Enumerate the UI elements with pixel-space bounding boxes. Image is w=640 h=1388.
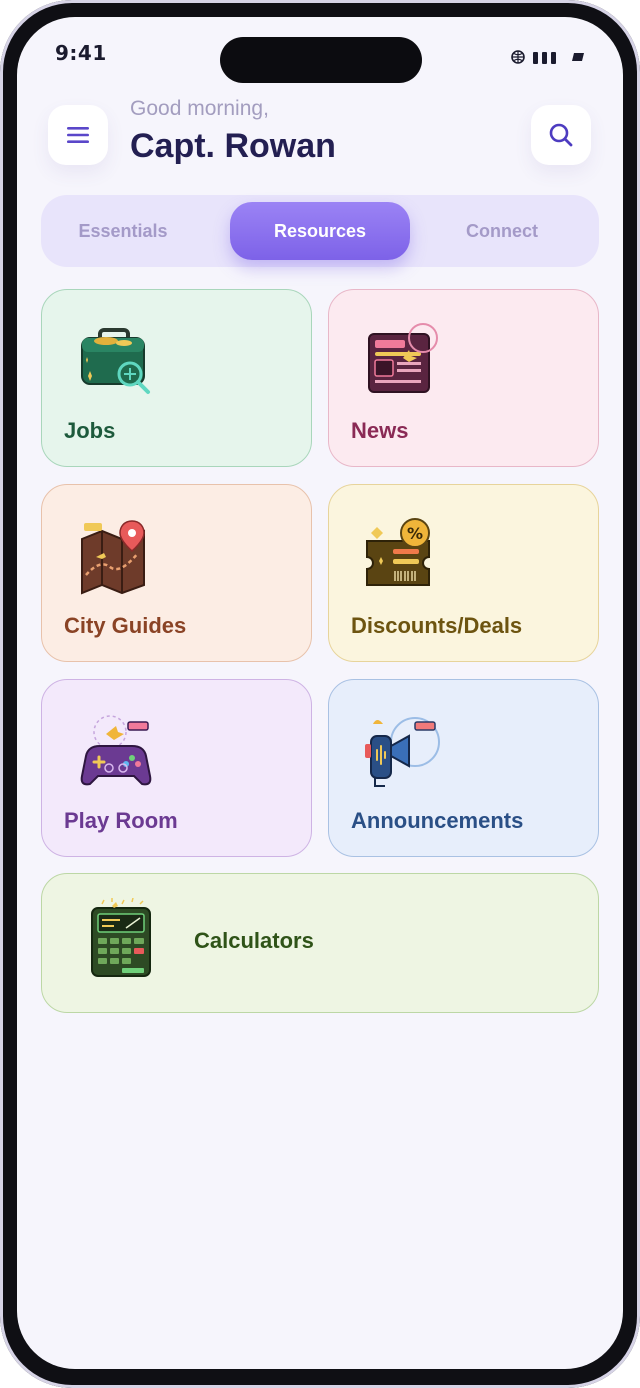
card-play-room-label: Play Room xyxy=(64,808,178,833)
card-discounts-deals-label: Discounts/Deals xyxy=(351,613,523,638)
svg-text:%: % xyxy=(407,524,423,543)
card-calculators-label: Calculators xyxy=(194,928,314,953)
status-time: 9:41 xyxy=(55,41,107,65)
card-jobs-label: Jobs xyxy=(64,418,116,443)
card-city-guides-label: City Guides xyxy=(64,613,187,638)
calculator-icon xyxy=(91,898,151,977)
megaphone-icon xyxy=(365,717,440,787)
dynamic-island xyxy=(220,37,422,83)
segmented-tabs: Essentials Resources Connect xyxy=(41,195,599,267)
user-name: Capt. Rowan xyxy=(130,127,336,165)
search-icon xyxy=(549,123,573,147)
greeting-text: Good morning, xyxy=(130,97,269,120)
signal-icon xyxy=(533,52,556,64)
card-discounts-deals[interactable]: % Discounts/Deals xyxy=(328,484,599,662)
system-icons xyxy=(511,50,585,64)
card-announcements[interactable]: Announcements xyxy=(328,679,599,857)
battery-icon xyxy=(572,53,584,61)
card-news[interactable]: News xyxy=(328,289,599,467)
ticket-percent-icon: % xyxy=(366,518,430,586)
gamepad-icon xyxy=(80,715,152,786)
card-calculators[interactable]: Calculators xyxy=(41,873,599,1013)
card-jobs[interactable]: Jobs xyxy=(41,289,312,467)
card-play-room[interactable]: Play Room xyxy=(41,679,312,857)
tab-connect[interactable]: Connect xyxy=(412,202,592,260)
card-city-guides[interactable]: City Guides xyxy=(41,484,312,662)
phone-frame: 9:41 Good morning, Capt. Rowan Essential… xyxy=(0,0,640,1388)
map-pin-icon xyxy=(81,520,145,595)
tab-essentials[interactable]: Essentials xyxy=(33,202,213,260)
search-button[interactable] xyxy=(531,105,591,165)
newspaper-icon xyxy=(368,323,438,393)
globe-icon xyxy=(511,50,525,64)
menu-button[interactable] xyxy=(48,105,108,165)
hamburger-menu-icon xyxy=(67,127,89,143)
card-announcements-label: Announcements xyxy=(351,808,524,833)
header: Good morning, Capt. Rowan xyxy=(17,97,623,197)
card-news-label: News xyxy=(351,418,409,443)
app-screen: 9:41 Good morning, Capt. Rowan Essential… xyxy=(17,17,623,1369)
toolbox-search-icon xyxy=(81,328,150,394)
status-bar: 9:41 xyxy=(17,17,623,97)
tab-resources[interactable]: Resources xyxy=(230,202,410,260)
